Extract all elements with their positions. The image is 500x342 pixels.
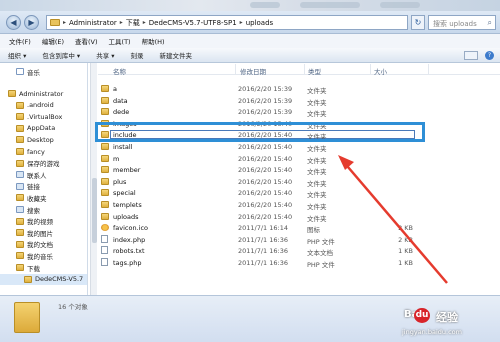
red-arrow-annotation	[338, 155, 448, 284]
folder-icon	[14, 302, 40, 333]
item-count: 16 个对象	[58, 303, 88, 311]
watermark-text: 经验	[436, 311, 458, 324]
watermark: Bai du 经验 jingyan.baidu.com	[400, 306, 496, 340]
watermark-url: jingyan.baidu.com	[402, 328, 462, 336]
paw-logo-icon: du	[414, 308, 430, 323]
